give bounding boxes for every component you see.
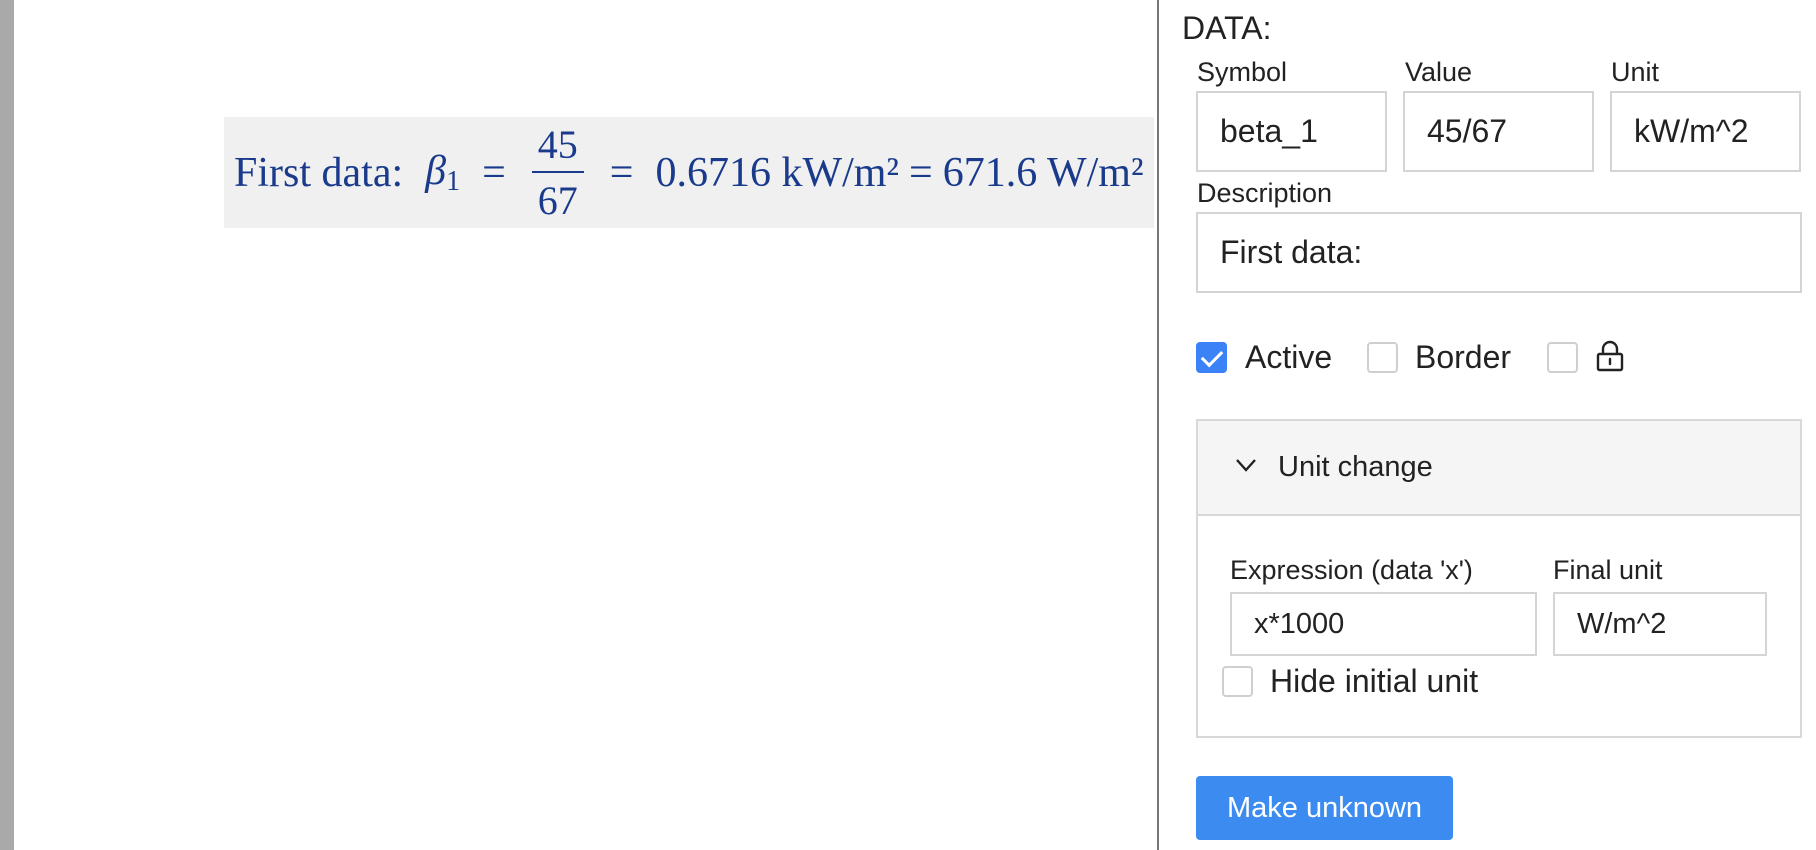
- description-input[interactable]: First data:: [1196, 212, 1802, 293]
- document-canvas[interactable]: First data: β1 = 45 67 = 0.6716 kW/m² = …: [14, 0, 1162, 850]
- symbol-label: Symbol: [1197, 57, 1288, 87]
- lock-icon: [1596, 340, 1624, 372]
- active-label: Active: [1245, 339, 1333, 375]
- formula-result-primary: 0.6716 kW/m²: [655, 149, 900, 196]
- equals-sign-2: =: [609, 149, 634, 196]
- formula-result-converted: 671.6 W/m²: [942, 149, 1144, 196]
- equals-sign: =: [482, 149, 506, 196]
- lock-checkbox[interactable]: [1547, 342, 1578, 373]
- fraction-denominator: 67: [537, 177, 578, 223]
- hide-initial-unit-checkbox[interactable]: [1222, 666, 1253, 697]
- panel-title: DATA:: [1182, 10, 1272, 46]
- formula-block[interactable]: First data: β1 = 45 67 = 0.6716 kW/m² = …: [224, 117, 1154, 228]
- description-label: Description: [1197, 178, 1333, 208]
- unit-label: Unit: [1611, 57, 1660, 87]
- formula-description: First data:: [234, 149, 404, 196]
- active-checkbox[interactable]: [1196, 342, 1227, 373]
- fraction-numerator: 45: [531, 124, 584, 173]
- unit-change-header[interactable]: Unit change: [1198, 421, 1800, 516]
- border-label: Border: [1415, 339, 1512, 375]
- value-label: Value: [1405, 57, 1473, 87]
- value-input[interactable]: 45/67: [1403, 91, 1594, 172]
- make-unknown-button[interactable]: Make unknown: [1196, 776, 1453, 840]
- expression-input[interactable]: x*1000: [1230, 592, 1537, 656]
- equals-sign-3: =: [909, 149, 933, 196]
- border-checkbox[interactable]: [1367, 342, 1398, 373]
- symbol-input[interactable]: beta_1: [1196, 91, 1387, 172]
- window-edge: [0, 0, 14, 850]
- final-unit-input[interactable]: W/m^2: [1553, 592, 1767, 656]
- panel-divider[interactable]: [1157, 0, 1159, 850]
- hide-initial-unit-label: Hide initial unit: [1270, 663, 1479, 699]
- formula-symbol: β1: [425, 148, 461, 197]
- final-unit-label: Final unit: [1553, 555, 1663, 585]
- unit-change-title: Unit change: [1278, 451, 1433, 483]
- chevron-down-icon: [1236, 459, 1256, 472]
- expression-label: Expression (data 'x'): [1230, 555, 1473, 585]
- formula-fraction: 45 67: [531, 124, 584, 223]
- unit-input[interactable]: kW/m^2: [1610, 91, 1801, 172]
